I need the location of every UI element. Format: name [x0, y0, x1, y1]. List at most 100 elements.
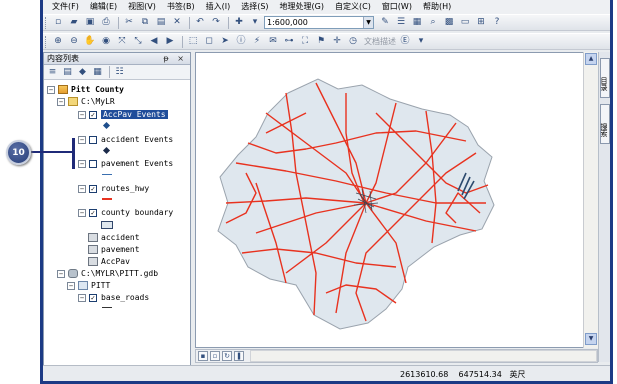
menu-window[interactable]: 窗口(W)	[382, 0, 412, 14]
tree-row-pavement-events[interactable]: − pavement Events	[78, 158, 173, 169]
select-elements-icon[interactable]: ➤	[218, 35, 232, 48]
zoom-in-icon[interactable]: ⊕	[51, 35, 65, 48]
print-icon[interactable]: ⎙	[99, 16, 113, 29]
refresh-icon[interactable]: ↻	[222, 351, 232, 361]
collapse-icon[interactable]: −	[57, 269, 65, 278]
toc-options-icon[interactable]: ☷	[113, 66, 126, 79]
tree-row-county-boundary[interactable]: − ✓ county boundary	[78, 207, 173, 218]
undo-icon[interactable]: ↶	[193, 16, 207, 29]
time-slider-icon[interactable]: ◷	[346, 35, 360, 48]
search-window-icon[interactable]: ⌕	[426, 16, 440, 29]
menu-selection[interactable]: 选择(S)	[241, 0, 268, 14]
toolbar-grip[interactable]	[45, 35, 48, 48]
tree-row-geodatabase[interactable]: − C:\MYLR\PITT.gdb	[57, 268, 158, 279]
tree-row-accpav-events[interactable]: − ✓ AccPav Events	[78, 109, 168, 120]
collapse-icon[interactable]: −	[78, 110, 86, 119]
back-extent-icon[interactable]: ◀	[147, 35, 161, 48]
tree-row-table-accpav[interactable]: AccPav	[88, 256, 130, 267]
tree-row-base-roads[interactable]: − ✓ base_roads	[78, 292, 149, 303]
layer-checkbox[interactable]	[89, 159, 97, 168]
tree-row-routes-hwy[interactable]: − ✓ routes_hwy	[78, 183, 149, 194]
menu-customize[interactable]: 自定义(C)	[335, 0, 371, 14]
list-by-drawing-order-icon[interactable]: ≡	[46, 66, 59, 79]
layer-checkbox[interactable]: ✓	[89, 184, 97, 193]
map-scale-combobox[interactable]: 1:600,000 ▼	[264, 16, 374, 29]
menu-help[interactable]: 帮助(H)	[423, 0, 451, 14]
catalog-tab[interactable]: 目录	[600, 58, 610, 98]
find-route-icon[interactable]: ⚑	[314, 35, 328, 48]
menu-edit[interactable]: 编辑(E)	[90, 0, 117, 14]
paste-icon[interactable]: ▤	[154, 16, 168, 29]
map-vertical-scrollbar[interactable]: ▲ ▼	[583, 52, 598, 348]
collapse-icon[interactable]: −	[78, 159, 86, 168]
layer-checkbox[interactable]	[89, 135, 97, 144]
go-to-xy-icon[interactable]: ✛	[330, 35, 344, 48]
open-icon[interactable]: ▰	[67, 16, 81, 29]
tree-row-table-accident[interactable]: accident	[88, 232, 140, 243]
chevron-down-icon[interactable]: ▼	[363, 17, 373, 28]
arctoolbox-icon[interactable]: ▩	[442, 16, 456, 29]
measure-icon[interactable]: ⊶	[282, 35, 296, 48]
identify-icon[interactable]: ⓘ	[234, 35, 248, 48]
find-icon[interactable]: ⛶	[298, 35, 312, 48]
collapse-icon[interactable]: −	[78, 293, 86, 302]
whats-this-icon[interactable]: ?	[490, 16, 504, 29]
pause-drawing-icon[interactable]: ❚	[234, 351, 244, 361]
tree-row-data-frame[interactable]: − Pitt County	[47, 84, 124, 95]
layer-checkbox[interactable]: ✓	[89, 110, 97, 119]
list-by-source-icon[interactable]: ▤	[61, 66, 74, 79]
text-tool-icon[interactable]: Ⓔ	[398, 35, 412, 48]
menu-bookmarks[interactable]: 书签(B)	[167, 0, 195, 14]
fixed-zoom-out-icon[interactable]: ⤡	[131, 35, 145, 48]
add-data-icon[interactable]: ✚	[232, 16, 246, 29]
map-display[interactable]	[195, 52, 598, 348]
cut-icon[interactable]: ✂	[122, 16, 136, 29]
collapse-icon[interactable]: −	[78, 135, 86, 144]
toolbar-options-icon[interactable]: ▾	[414, 35, 428, 48]
text-tool-label[interactable]: 文档描述	[364, 36, 396, 47]
tree-row-feature-dataset[interactable]: − PITT	[67, 280, 110, 291]
html-popup-icon[interactable]: ✉	[266, 35, 280, 48]
layout-view-icon[interactable]: ▫	[210, 351, 220, 361]
menu-view[interactable]: 视图(V)	[128, 0, 156, 14]
python-window-icon[interactable]: ▭	[458, 16, 472, 29]
model-builder-icon[interactable]: ⊞	[474, 16, 488, 29]
collapse-icon[interactable]: −	[47, 85, 55, 94]
select-features-icon[interactable]: ⬚	[186, 35, 200, 48]
catalog-icon[interactable]: ▦	[410, 16, 424, 29]
fixed-zoom-in-icon[interactable]: ⤧	[115, 35, 129, 48]
redo-icon[interactable]: ↷	[209, 16, 223, 29]
scroll-up-icon[interactable]: ▲	[585, 53, 597, 65]
layer-checkbox[interactable]: ✓	[89, 293, 97, 302]
list-by-visibility-icon[interactable]: ◆	[76, 66, 89, 79]
table-of-contents-icon[interactable]: ☰	[394, 16, 408, 29]
clear-selection-icon[interactable]: ◻	[202, 35, 216, 48]
layer-checkbox[interactable]: ✓	[89, 208, 97, 217]
map-horizontal-scrollbar[interactable]	[250, 350, 597, 362]
menu-insert[interactable]: 插入(I)	[206, 0, 231, 14]
forward-extent-icon[interactable]: ▶	[163, 35, 177, 48]
tree-row-folder[interactable]: − C:\MyLR	[57, 96, 115, 107]
hyperlink-icon[interactable]: ⚡	[250, 35, 264, 48]
add-data-dropdown-icon[interactable]: ▾	[248, 16, 262, 29]
editor-toolbar-icon[interactable]: ✎	[378, 16, 392, 29]
new-icon[interactable]: ▫	[51, 16, 65, 29]
zoom-out-icon[interactable]: ⊖	[67, 35, 81, 48]
scroll-down-icon[interactable]: ▼	[585, 333, 597, 345]
collapse-icon[interactable]: −	[78, 184, 86, 193]
copy-icon[interactable]: ⧉	[138, 16, 152, 29]
list-by-selection-icon[interactable]: ▦	[91, 66, 104, 79]
menu-file[interactable]: 文件(F)	[52, 0, 79, 14]
full-extent-icon[interactable]: ◉	[99, 35, 113, 48]
collapse-icon[interactable]: −	[78, 208, 86, 217]
data-view-icon[interactable]: ▪	[198, 351, 208, 361]
menu-geoprocessing[interactable]: 地理处理(G)	[280, 0, 324, 14]
tree-row-table-pavement[interactable]: pavement	[88, 244, 140, 255]
collapse-icon[interactable]: −	[67, 281, 75, 290]
pan-icon[interactable]: ✋	[83, 35, 97, 48]
toc-window-controls[interactable]: ᵽ ×	[163, 54, 187, 63]
search-tab[interactable]: 搜索	[600, 104, 610, 144]
tree-row-accident-events[interactable]: − accident Events	[78, 134, 173, 145]
save-icon[interactable]: ▣	[83, 16, 97, 29]
collapse-icon[interactable]: −	[57, 97, 65, 106]
